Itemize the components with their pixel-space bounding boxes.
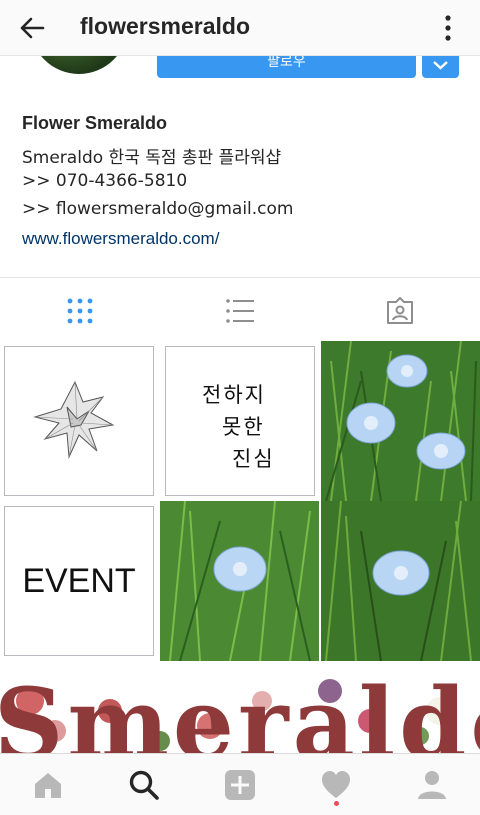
follow-button[interactable]: 팔로우: [157, 56, 416, 78]
bio-line: Smeraldo 한국 독점 총판 플라워샵: [22, 148, 282, 168]
bio-website-link[interactable]: www.flowersmeraldo.com/: [22, 229, 462, 253]
suggested-dropdown-button[interactable]: [422, 56, 459, 78]
profile-icon[interactable]: [415, 768, 449, 802]
tagged-icon[interactable]: [385, 296, 415, 326]
post-thumbnail[interactable]: 전하지 못한 진심: [165, 346, 315, 496]
notification-dot: [334, 801, 339, 806]
top-bar: flowersmeraldo: [0, 0, 480, 56]
bio-email: >> flowersmeraldo@gmail.com: [22, 199, 294, 219]
profile-bio: Flower Smeraldo Smeraldo 한국 독점 총판 플라워샵 >…: [22, 113, 462, 253]
more-vertical-icon[interactable]: [436, 12, 460, 44]
add-icon[interactable]: [223, 768, 257, 802]
post-thumbnail[interactable]: [160, 501, 319, 661]
event-label: EVENT: [22, 561, 136, 600]
calligraphy-text: 못한: [222, 415, 265, 439]
flower-sketch-image: [33, 380, 115, 459]
post-thumbnail[interactable]: EVENT: [4, 506, 154, 656]
post-thumbnail[interactable]: [321, 501, 480, 661]
post-thumbnail[interactable]: [321, 341, 480, 501]
blue-flower-image: [321, 501, 480, 661]
calligraphy-text: 진심: [232, 447, 275, 471]
bio-phone: >> 070-4366-5810: [22, 171, 188, 191]
list-icon[interactable]: [225, 296, 255, 326]
banner-text: Smeraldo: [0, 671, 480, 753]
follow-button-label: 팔로우: [267, 56, 306, 69]
search-icon[interactable]: [127, 768, 161, 802]
activity-icon[interactable]: [319, 768, 353, 802]
blue-flower-image: [160, 501, 319, 661]
arrow-left-icon[interactable]: [18, 14, 46, 42]
blue-flowers-image: [321, 341, 480, 501]
post-thumbnail[interactable]: [4, 346, 154, 496]
bottom-navigation: [0, 753, 480, 815]
profile-full-name: Flower Smeraldo: [22, 113, 168, 133]
post-thumbnail-banner[interactable]: Smeraldo: [0, 671, 480, 753]
calligraphy-text: 전하지: [202, 383, 266, 407]
home-icon[interactable]: [31, 768, 65, 802]
posts-grid: 전하지 못한 진심 EVENT: [0, 341, 480, 671]
grid-icon[interactable]: [65, 296, 95, 326]
profile-username: flowersmeraldo: [80, 13, 250, 39]
profile-view-tabs: [0, 277, 480, 341]
